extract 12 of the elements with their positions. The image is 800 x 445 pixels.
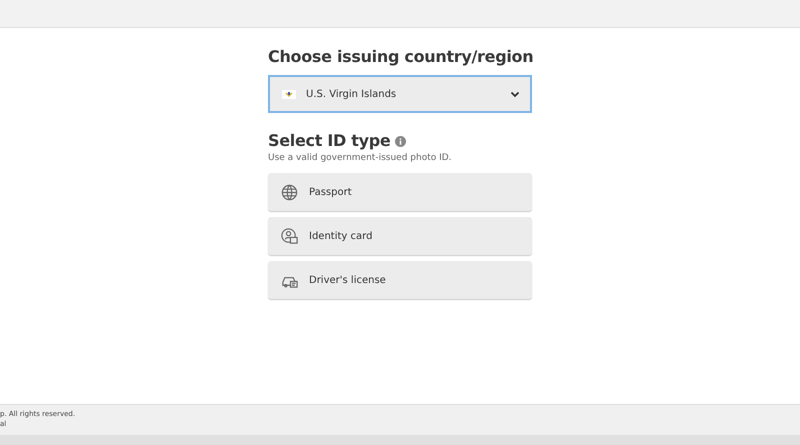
hint-text: Use a valid government-issued photo ID. [268, 153, 453, 163]
id-type-option[interactable]: Identity card [268, 217, 532, 255]
flag-icon [282, 90, 296, 98]
section-heading: Choose issuing country/region [268, 46, 534, 68]
chevron-down-icon [510, 90, 520, 98]
person-card-icon [280, 226, 299, 246]
globe-icon [280, 182, 299, 202]
id-type-option[interactable]: Driver's license [268, 261, 532, 299]
country-dropdown[interactable]: U.S. Virgin Islands [268, 75, 532, 113]
info-icon[interactable] [395, 136, 406, 146]
id-type-option[interactable]: Passport [268, 173, 532, 211]
section-heading: Select ID type [268, 130, 390, 152]
